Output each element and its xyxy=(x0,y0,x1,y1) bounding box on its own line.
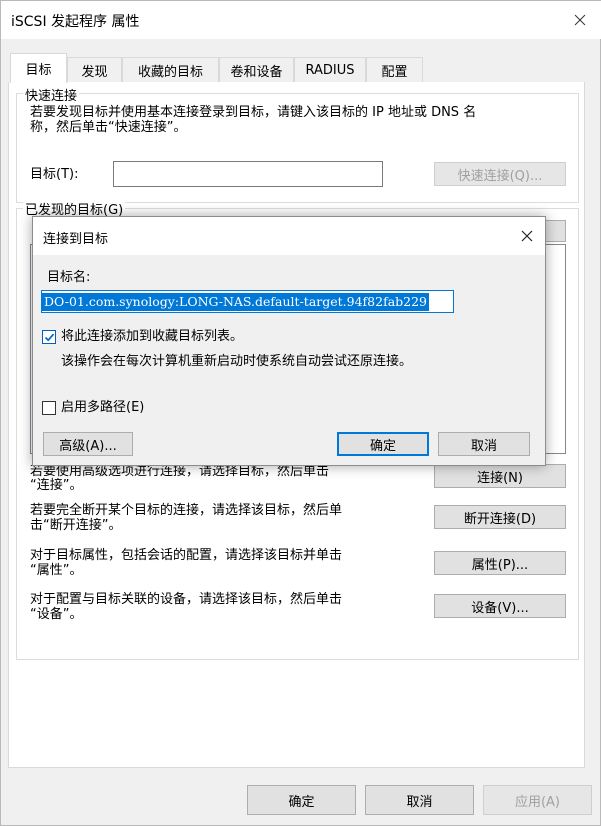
tab-favorite-targets[interactable]: 收藏的目标 xyxy=(122,57,219,82)
enable-multipath-label: 启用多路径(E) xyxy=(61,400,145,415)
target-name-value: DO-01.com.synology:LONG-NAS.default-targ… xyxy=(42,292,430,311)
add-to-favorites-checkbox[interactable] xyxy=(42,330,56,344)
window-title: iSCSI 发起程序 属性 xyxy=(11,14,140,30)
target-name-input[interactable]: DO-01.com.synology:LONG-NAS.default-targ… xyxy=(41,290,454,313)
close-icon xyxy=(574,14,585,26)
disconnect-button[interactable]: 断开连接(D) xyxy=(434,505,566,529)
advanced-button[interactable]: 高级(A)... xyxy=(43,432,133,456)
favorites-note: 该操作会在每次计算机重新启动时使系统自动尝试还原连接。 xyxy=(61,354,413,369)
close-icon xyxy=(521,230,533,242)
apply-button[interactable]: 应用(A) xyxy=(483,785,592,815)
tab-discovery[interactable]: 发现 xyxy=(67,57,122,82)
connect-to-target-dialog: 连接到目标 目标名: DO-01.com.synology:LONG-NAS.d… xyxy=(32,216,546,466)
window-close-button[interactable] xyxy=(557,1,601,39)
properties-button[interactable]: 属性(P)... xyxy=(434,551,566,575)
connect-description-line2: “连接”。 xyxy=(30,478,83,493)
quick-connect-description-line1: 若要发现目标并使用基本连接登录到目标，请键入该目标的 IP 地址或 DNS 名 xyxy=(30,105,477,120)
devices-description-line2: “设备”。 xyxy=(30,607,83,622)
target-field-label: 目标(T): xyxy=(30,167,79,182)
dialog-close-button[interactable] xyxy=(509,217,545,255)
disconnect-description-line1: 若要完全断开某个目标的连接，请选择该目标，然后单 xyxy=(30,503,343,518)
connect-description-line1: 若要使用高级选项进行连接，请选择目标，然后单击 xyxy=(30,464,330,479)
tab-radius[interactable]: RADIUS xyxy=(294,57,366,82)
tab-configuration[interactable]: 配置 xyxy=(366,57,423,82)
target-name-label: 目标名: xyxy=(47,270,91,285)
target-input[interactable] xyxy=(113,161,383,187)
dialog-ok-button[interactable]: 确定 xyxy=(337,432,429,456)
enable-multipath-checkbox[interactable] xyxy=(42,401,56,415)
cancel-button[interactable]: 取消 xyxy=(365,785,474,815)
add-to-favorites-label: 将此连接添加到收藏目标列表。 xyxy=(61,329,244,344)
dialog-title-bar: 连接到目标 xyxy=(33,217,545,255)
quick-connect-button[interactable]: 快速连接(Q)... xyxy=(434,162,566,186)
tab-volumes-devices[interactable]: 卷和设备 xyxy=(219,57,294,82)
dialog-title: 连接到目标 xyxy=(43,232,109,247)
title-bar: iSCSI 发起程序 属性 xyxy=(1,1,601,39)
disconnect-description-line2: 击“断开连接”。 xyxy=(30,518,122,533)
devices-description-line1: 对于配置与目标关联的设备，请选择该目标，然后单击 xyxy=(30,592,343,607)
checkmark-icon xyxy=(44,333,54,341)
quick-connect-description-line2: 称，然后单击“快速连接”。 xyxy=(30,120,187,135)
connect-button[interactable]: 连接(N) xyxy=(434,464,566,488)
devices-button[interactable]: 设备(V)... xyxy=(434,594,566,618)
properties-description-line2: “属性”。 xyxy=(30,563,83,578)
dialog-cancel-button[interactable]: 取消 xyxy=(438,432,530,456)
ok-button[interactable]: 确定 xyxy=(247,785,356,815)
tab-targets[interactable]: 目标 xyxy=(10,53,67,83)
properties-description-line1: 对于目标属性，包括会话的配置，请选择该目标并单击 xyxy=(30,548,343,563)
quick-connect-group-label: 快速连接 xyxy=(23,85,80,104)
